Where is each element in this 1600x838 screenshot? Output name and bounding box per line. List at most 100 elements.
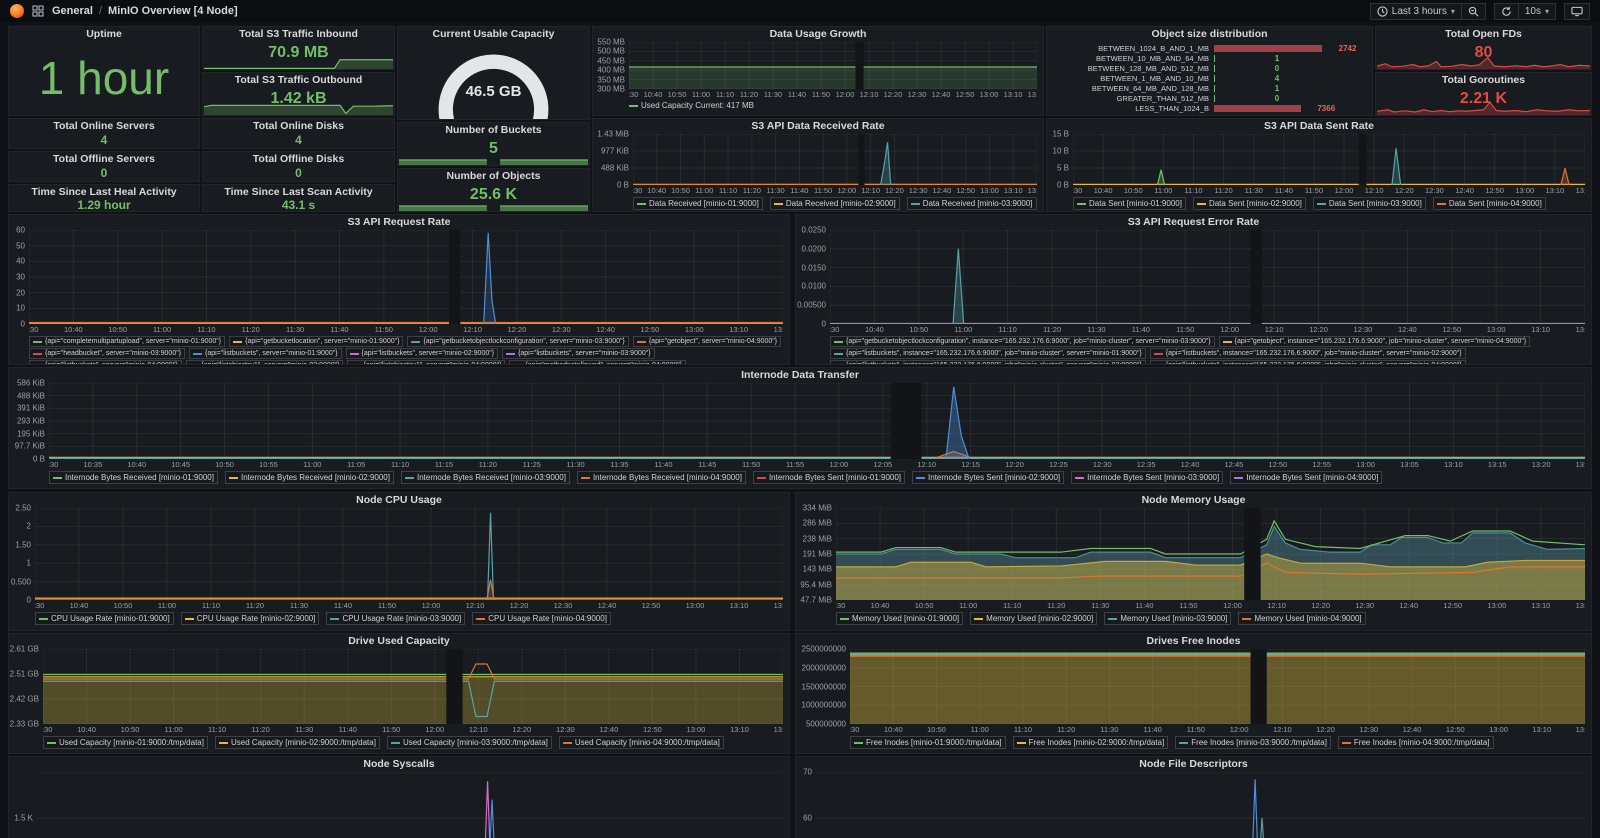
panel-title[interactable]: Drive Used Capacity [9,634,789,648]
legend-item[interactable]: Memory Used [minio-03:9000] [1104,612,1231,625]
legend-item[interactable]: Free Inodes [minio-04:9000:/tmp/data] [1338,736,1494,749]
legend-item[interactable]: Data Sent [minio-01:9000] [1073,197,1186,210]
legend-item[interactable]: {api="completemultipartupload", server="… [29,336,225,347]
legend-item[interactable]: Used Capacity [minio-03:9000:/tmp/data] [387,736,552,749]
legend-item[interactable]: Data Received [minio-01:9000] [633,197,763,210]
chevron-down-icon: ▾ [1451,7,1455,16]
chart-plot[interactable] [37,772,783,838]
legend-item[interactable]: {api="getobject", server="minio-04:9000"… [633,336,781,347]
legend-item[interactable]: CPU Usage Rate [minio-01:9000] [35,612,174,625]
legend-item[interactable]: Internode Bytes Sent [minio-04:9000] [1230,471,1382,484]
chart-plot[interactable] [850,649,1585,724]
panel-title[interactable]: Total Goroutines [1376,73,1591,87]
legend-item[interactable]: {api="listbuckets", instance="165.232.17… [830,360,1146,365]
legend-item[interactable]: Internode Bytes Sent [minio-02:9000] [912,471,1064,484]
dashboards-icon[interactable] [32,5,44,17]
legend-item[interactable]: {api="listbuckets", server="minio-02:900… [346,348,499,359]
panel-title[interactable]: Current Usable Capacity [398,27,589,41]
panel-title[interactable]: Total S3 Traffic Outbound [203,73,394,87]
chart-plot[interactable] [29,230,783,324]
legend-item[interactable]: {api="methodnotallowed", server="minio-0… [509,360,686,365]
panel-title[interactable]: Node CPU Usage [9,493,789,507]
legend-item[interactable]: Memory Used [minio-02:9000] [970,612,1097,625]
legend-item[interactable]: Internode Bytes Sent [minio-01:9000] [753,471,905,484]
panel-title[interactable]: Total S3 Traffic Inbound [203,27,394,41]
legend-item[interactable]: {api="getbucketlocation", server="minio-… [229,336,403,347]
panel-title[interactable]: S3 API Request Error Rate [796,215,1591,229]
legend-item[interactable]: {api="listobjectsv1", server="minio-02:9… [186,360,344,365]
chart-plot[interactable] [830,230,1585,324]
legend-item[interactable]: {api="getbucketobjectlockconfiguration",… [830,336,1215,347]
legend-item[interactable]: {api="listbuckets", instance="165.232.17… [830,348,1146,359]
legend-item[interactable]: Used Capacity [minio-01:9000:/tmp/data] [43,736,208,749]
legend-item[interactable]: Free Inodes [minio-01:9000:/tmp/data] [850,736,1006,749]
panel-title[interactable]: Number of Objects [398,169,589,183]
legend-item[interactable]: Memory Used [minio-01:9000] [836,612,963,625]
legend-item[interactable]: CPU Usage Rate [minio-03:9000] [326,612,465,625]
kiosk-mode-button[interactable] [1564,3,1590,20]
panel-title[interactable]: S3 API Data Sent Rate [1047,119,1591,133]
legend-item[interactable]: Memory Used [minio-04:9000] [1238,612,1365,625]
legend-item[interactable]: Internode Bytes Received [minio-02:9000] [225,471,394,484]
panel-title[interactable]: Node Memory Usage [796,493,1591,507]
panel-title[interactable]: S3 API Request Rate [9,215,789,229]
legend-item[interactable]: {api="listbuckets", instance="165.232.17… [1150,360,1466,365]
legend-item[interactable]: {api="getbucketobjectlockconfiguration",… [407,336,628,347]
panel-title[interactable]: Internode Data Transfer [9,368,1591,382]
legend-item[interactable]: Data Received [minio-02:9000] [770,197,900,210]
legend-item[interactable]: {api="getobject", instance="165.232.176.… [1219,336,1531,347]
chart-plot[interactable] [836,508,1585,600]
legend-item[interactable]: {api="listbuckets", server="minio-01:900… [189,348,342,359]
legend-item[interactable]: {api="headbucket", server="minio-03:9000… [29,348,185,359]
panel-title[interactable]: Node File Descriptors [796,757,1591,771]
chart-plot[interactable] [816,772,1585,838]
grafana-logo-icon[interactable] [10,4,24,18]
legend-item[interactable]: Internode Bytes Received [minio-03:9000] [401,471,570,484]
zoom-out-button[interactable] [1462,3,1486,20]
panel-title[interactable]: Number of Buckets [398,123,589,137]
chart-plot[interactable] [1073,134,1585,185]
panel-title[interactable]: Total Open FDs [1376,27,1591,41]
chart-plot[interactable] [35,508,783,600]
legend-item[interactable]: CPU Usage Rate [minio-04:9000] [472,612,611,625]
legend-item[interactable]: {api="listbuckets", instance="165.232.17… [1150,348,1466,359]
time-range-picker[interactable]: Last 3 hours ▾ [1370,3,1462,20]
legend-item[interactable]: CPU Usage Rate [minio-02:9000] [181,612,320,625]
legend-item[interactable]: {api="listbuckets", server="minio-03:900… [502,348,655,359]
panel-title[interactable]: Drives Free Inodes [796,634,1591,648]
chart-plot[interactable] [633,134,1037,185]
legend-item[interactable]: Data Sent [minio-03:9000] [1313,197,1426,210]
legend-item[interactable]: Internode Bytes Received [minio-04:9000] [577,471,746,484]
legend-item[interactable]: Internode Bytes Sent [minio-03:9000] [1071,471,1223,484]
panel-title[interactable]: Node Syscalls [9,757,789,771]
legend-item[interactable]: Data Received [minio-03:9000] [907,197,1037,210]
panel-title[interactable]: Total Online Disks [203,119,394,133]
legend-item[interactable]: Data Sent [minio-02:9000] [1193,197,1306,210]
panel-title[interactable]: Total Online Servers [9,119,199,133]
panel-title[interactable]: Time Since Last Heal Activity [9,185,199,199]
chart-plot[interactable] [629,42,1037,89]
chart-plot[interactable] [43,649,783,724]
legend-item[interactable]: Free Inodes [minio-02:9000:/tmp/data] [1013,736,1169,749]
chart-plot[interactable] [49,383,1585,459]
legend-item[interactable]: Used Capacity Current: 417 MB [629,101,754,111]
panel-title[interactable]: Total Offline Disks [203,152,394,166]
legend-item[interactable]: Free Inodes [minio-03:9000:/tmp/data] [1175,736,1331,749]
refresh-interval-picker[interactable]: 10s ▾ [1519,3,1556,20]
panel-title[interactable]: Total Offline Servers [9,152,199,166]
legend-item[interactable]: Data Sent [minio-04:9000] [1433,197,1546,210]
panel-title[interactable]: Object size distribution [1047,27,1372,41]
legend-item[interactable]: Internode Bytes Received [minio-01:9000] [49,471,218,484]
legend-item[interactable]: {api="listobjectsv1", server="minio-04:9… [347,360,505,365]
legend-item[interactable]: {api="listbuckets", server="minio-04:900… [29,360,182,365]
chart-legend: {api="completemultipartupload", server="… [29,336,783,365]
legend-item[interactable]: Used Capacity [minio-04:9000:/tmp/data] [559,736,724,749]
panel-title[interactable]: Uptime [9,27,199,41]
refresh-button[interactable] [1494,3,1519,20]
legend-item[interactable]: Used Capacity [minio-02:9000:/tmp/data] [215,736,380,749]
breadcrumb-section[interactable]: General [52,5,93,17]
page-title[interactable]: MinIO Overview [4 Node] [108,5,238,17]
panel-title[interactable]: S3 API Data Received Rate [593,119,1043,133]
panel-title[interactable]: Data Usage Growth [593,27,1043,41]
panel-title[interactable]: Time Since Last Scan Activity [203,185,394,199]
